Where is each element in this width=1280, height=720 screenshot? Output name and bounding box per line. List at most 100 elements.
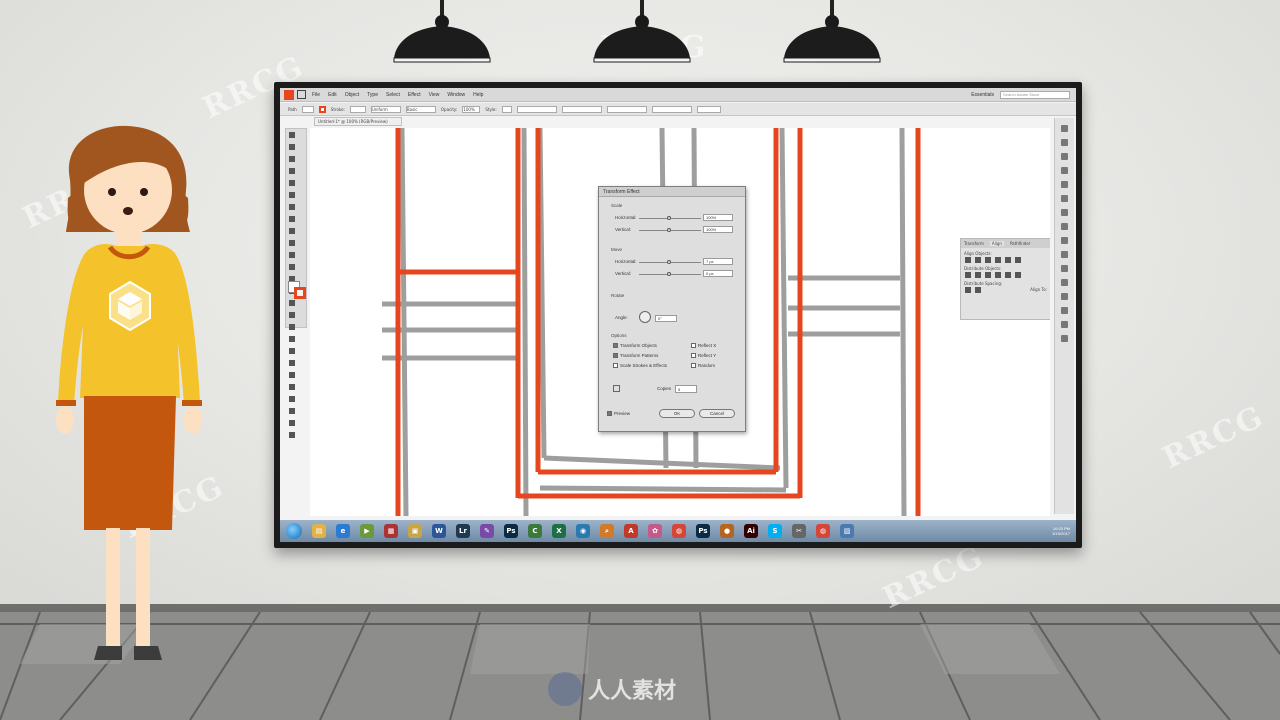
fill-swatch[interactable] <box>301 105 314 113</box>
transform-icon[interactable] <box>1061 321 1068 328</box>
line-tool-icon[interactable] <box>289 192 295 198</box>
distribute-left-icon[interactable] <box>995 272 1001 278</box>
zoom-tool-icon[interactable] <box>289 432 295 438</box>
artboard-tool-icon[interactable] <box>289 396 295 402</box>
perspective-grid-tool-icon[interactable] <box>289 312 295 318</box>
distribute-right-icon[interactable] <box>1015 272 1021 278</box>
taskbar-tool-icon[interactable]: ✎ <box>480 524 494 538</box>
distribute-bottom-icon[interactable] <box>985 272 991 278</box>
reflect-x-checkbox[interactable]: Reflect X <box>691 343 716 348</box>
taskbar-skype-icon[interactable]: S <box>768 524 782 538</box>
y-coordinate-field[interactable] <box>561 105 602 113</box>
menu-edit[interactable]: Edit <box>328 92 337 98</box>
start-button-icon[interactable] <box>286 523 302 539</box>
menu-view[interactable]: View <box>429 92 440 98</box>
transform-patterns-checkbox[interactable]: Transform Patterns <box>613 353 658 358</box>
menu-file[interactable]: File <box>312 92 320 98</box>
pen-tool-icon[interactable] <box>289 156 295 162</box>
scale-horizontal-field[interactable]: 100% <box>703 214 733 221</box>
align-top-icon[interactable] <box>995 257 1001 263</box>
mesh-tool-icon[interactable] <box>289 324 295 330</box>
taskbar-photos-icon[interactable]: ▧ <box>840 524 854 538</box>
tab-transform[interactable]: Transform <box>964 241 984 246</box>
taskbar-excel-icon[interactable]: X <box>552 524 566 538</box>
align-hcenter-icon[interactable] <box>975 257 981 263</box>
angle-field[interactable]: 0° <box>655 315 677 322</box>
move-horizontal-slider[interactable] <box>639 260 701 264</box>
gradient-icon[interactable] <box>1061 237 1068 244</box>
distribute-top-icon[interactable] <box>965 272 971 278</box>
fill-stroke-widget[interactable] <box>288 281 306 299</box>
variable-width-profile[interactable]: Uniform <box>370 105 401 113</box>
eraser-tool-icon[interactable] <box>289 240 295 246</box>
color-icon[interactable] <box>1061 167 1068 174</box>
symbol-sprayer-tool-icon[interactable] <box>289 372 295 378</box>
taskbar-photoshop2-icon[interactable]: Ps <box>696 524 710 538</box>
type-tool-icon[interactable] <box>289 180 295 186</box>
cancel-button[interactable]: Cancel <box>699 409 735 418</box>
direct-selection-tool-icon[interactable] <box>289 144 295 150</box>
menu-object[interactable]: Object <box>345 92 359 98</box>
taskbar-search-icon[interactable]: ⌕ <box>600 524 614 538</box>
document-tab[interactable]: Untitled-1* @ 100% (RGB/Preview) <box>314 117 402 126</box>
transform-options[interactable] <box>696 105 721 113</box>
scale-tool-icon[interactable] <box>289 264 295 270</box>
pathfinder-icon[interactable] <box>1061 307 1068 314</box>
shape-builder-tool-icon[interactable] <box>289 300 295 306</box>
gradient-tool-icon[interactable] <box>289 336 295 342</box>
blend-tool-icon[interactable] <box>289 360 295 366</box>
taskbar-camtasia-icon[interactable]: C <box>528 524 542 538</box>
scale-strokes-checkbox[interactable]: Scale Strokes & Effects <box>613 363 667 368</box>
taskbar-illustrator-icon[interactable]: Ai <box>744 524 758 538</box>
reference-point-icon[interactable] <box>613 385 620 392</box>
paintbrush-tool-icon[interactable] <box>289 216 295 222</box>
transform-objects-checkbox[interactable]: Transform Objects <box>613 343 657 348</box>
reflect-y-checkbox[interactable]: Reflect Y <box>691 353 716 358</box>
artboard-canvas[interactable]: Transform Effect Scale Horizontal: 100% … <box>310 128 1050 516</box>
tab-align[interactable]: Align <box>989 241 1004 246</box>
opacity-field[interactable]: 100% <box>462 105 481 113</box>
shaper-tool-icon[interactable] <box>289 228 295 234</box>
taskbar-ie-icon[interactable]: e <box>336 524 350 538</box>
symbols-icon[interactable] <box>1061 209 1068 216</box>
align-icon[interactable] <box>1061 293 1068 300</box>
align-bottom-icon[interactable] <box>1015 257 1021 263</box>
preview-checkbox[interactable]: Preview <box>607 411 630 416</box>
scale-horizontal-slider[interactable] <box>639 216 701 220</box>
angle-dial[interactable] <box>639 311 651 323</box>
taskbar-ball-icon[interactable]: ● <box>720 524 734 538</box>
tab-pathfinder[interactable]: Pathfinder <box>1010 241 1031 246</box>
taskbar-globe-icon[interactable]: ◉ <box>576 524 590 538</box>
space-vertical-icon[interactable] <box>965 287 971 293</box>
taskbar-folder-icon[interactable]: ▣ <box>408 524 422 538</box>
stroke-swatch-icon[interactable] <box>294 287 306 299</box>
ok-button[interactable]: OK <box>659 409 695 418</box>
properties-icon[interactable] <box>1061 125 1068 132</box>
menu-select[interactable]: Select <box>386 92 400 98</box>
taskbar-chrome-icon[interactable]: ◍ <box>672 524 686 538</box>
graph-tool-icon[interactable] <box>289 384 295 390</box>
space-horizontal-icon[interactable] <box>975 287 981 293</box>
distribute-vcenter-icon[interactable] <box>975 272 981 278</box>
home-icon[interactable] <box>297 90 306 99</box>
eyedropper-tool-icon[interactable] <box>289 348 295 354</box>
menu-window[interactable]: Window <box>447 92 465 98</box>
system-clock[interactable]: 10:25 PM 3/15/2017 <box>1052 526 1070 536</box>
taskbar-media-icon[interactable]: ▶ <box>360 524 374 538</box>
menu-type[interactable]: Type <box>367 92 378 98</box>
artboards-icon[interactable] <box>1061 335 1068 342</box>
height-field[interactable] <box>651 105 692 113</box>
selection-tool-icon[interactable] <box>289 132 295 138</box>
brush-definition[interactable]: Basic <box>405 105 436 113</box>
taskbar-chrome2-icon[interactable]: ◍ <box>816 524 830 538</box>
rotate-tool-icon[interactable] <box>289 252 295 258</box>
appearance-icon[interactable] <box>1061 265 1068 272</box>
taskbar-lightroom-icon[interactable]: Lr <box>456 524 470 538</box>
hand-tool-icon[interactable] <box>289 420 295 426</box>
scale-vertical-field[interactable]: 100% <box>703 226 733 233</box>
taskbar-paint-icon[interactable]: ✿ <box>648 524 662 538</box>
move-vertical-field[interactable]: 0 px <box>703 270 733 277</box>
move-horizontal-field[interactable]: 7 px <box>703 258 733 265</box>
x-coordinate-field[interactable] <box>516 105 557 113</box>
align-right-icon[interactable] <box>985 257 991 263</box>
